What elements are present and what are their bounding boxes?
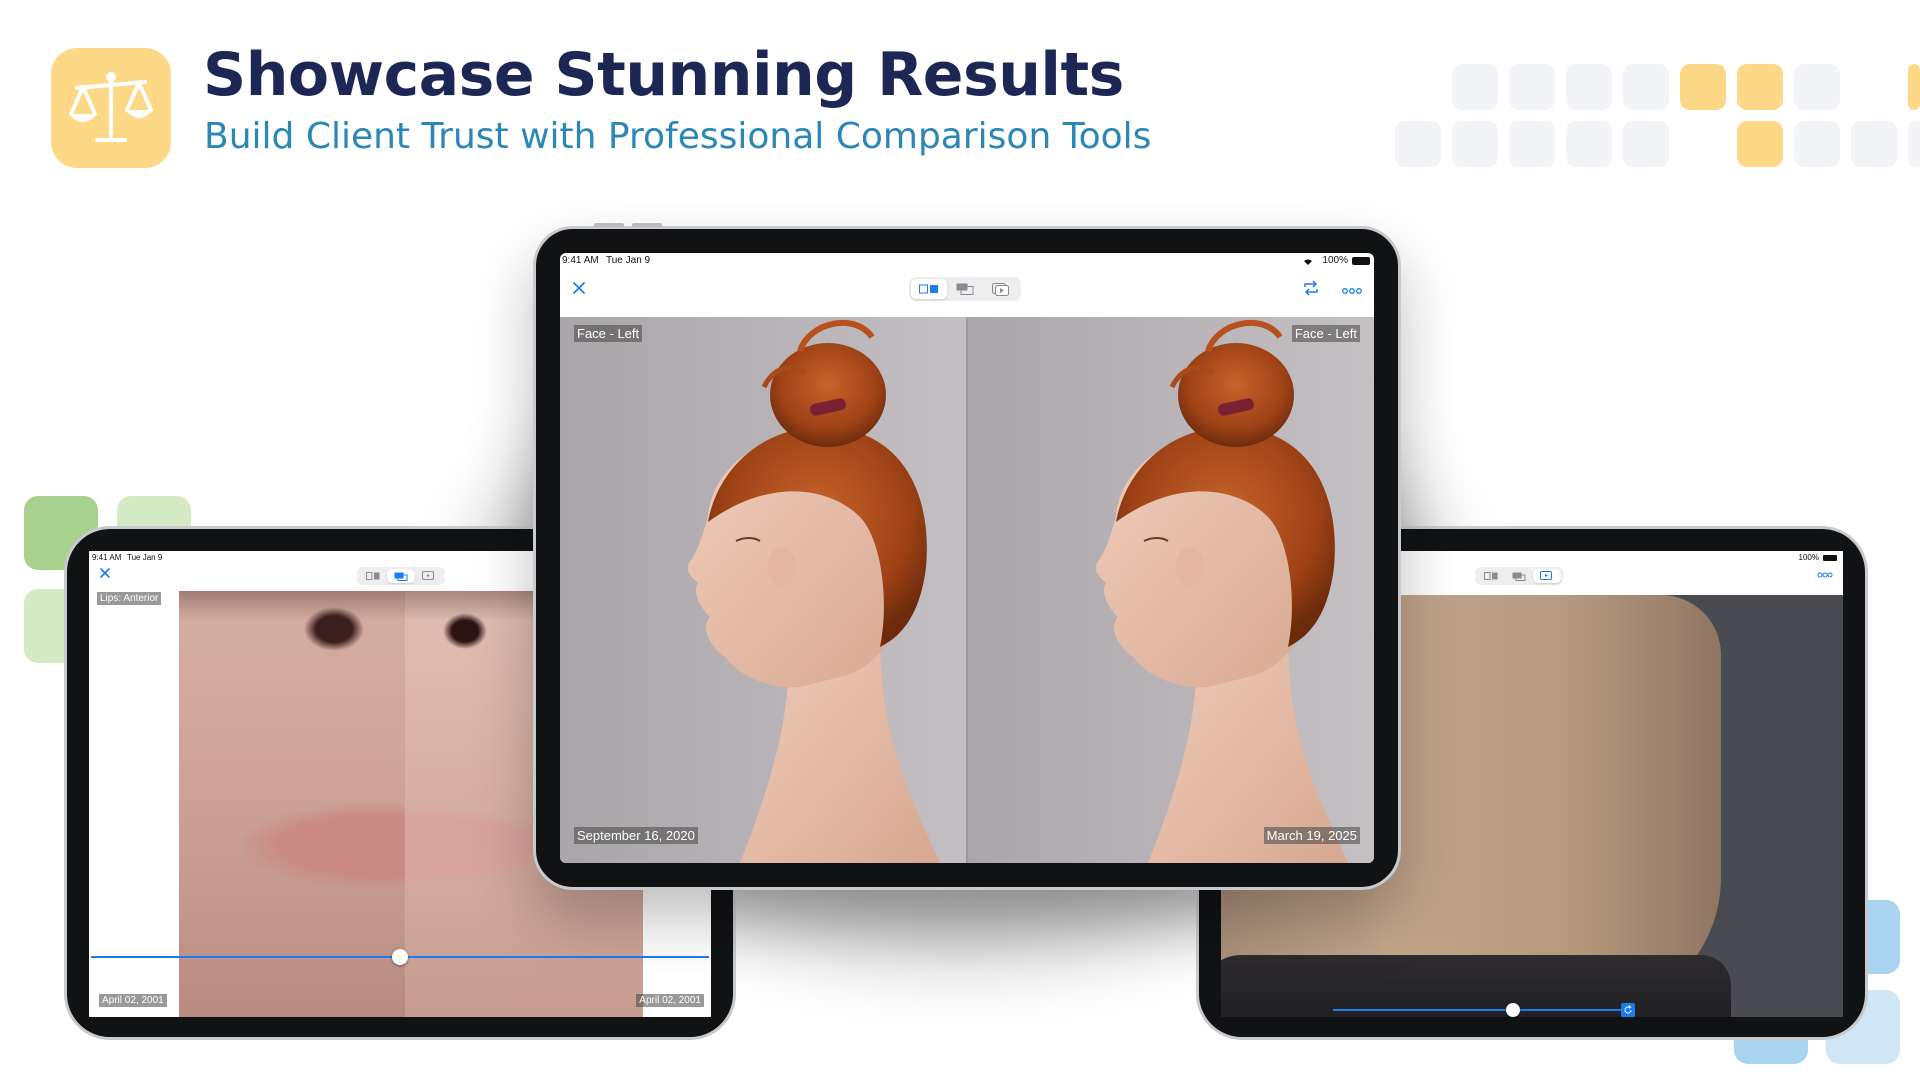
deco-square xyxy=(1908,64,1920,110)
comparison-slider[interactable] xyxy=(89,949,711,965)
more-icon xyxy=(1342,288,1362,294)
status-time: 9:41 AM xyxy=(92,553,122,562)
mode-slideshow[interactable] xyxy=(983,279,1019,299)
slider-thumb[interactable] xyxy=(392,949,408,965)
status-time: 9:41 AM xyxy=(562,255,599,266)
slider-track xyxy=(1333,1009,1633,1011)
overlay-slider-icon xyxy=(394,572,408,581)
side-by-side-icon xyxy=(919,284,938,294)
rotate-button[interactable] xyxy=(1621,1003,1635,1017)
view-mode-control xyxy=(909,277,1021,301)
mode-overlay[interactable] xyxy=(387,569,415,583)
deco-square xyxy=(1623,121,1669,167)
page-subtitle: Build Client Trust with Professional Com… xyxy=(204,116,1152,157)
app-icon xyxy=(51,48,171,168)
status-battery: 100% xyxy=(1798,553,1819,562)
comparison-slider[interactable] xyxy=(1333,1003,1633,1017)
deco-square xyxy=(1509,64,1555,110)
overlay-slider-icon xyxy=(956,283,974,295)
overlay-slider-icon xyxy=(1512,572,1526,581)
deco-square xyxy=(1395,121,1441,167)
more-button[interactable] xyxy=(1342,283,1362,301)
page-title: Showcase Stunning Results xyxy=(203,40,1124,110)
deco-square xyxy=(1509,121,1555,167)
center-ipad-screen: 9:41 AM Tue Jan 9 100% Face - Left Face … xyxy=(560,253,1374,863)
deco-square xyxy=(1452,121,1498,167)
mode-side-by-side[interactable] xyxy=(911,279,947,299)
deco-square xyxy=(1737,64,1783,110)
slideshow-icon xyxy=(1540,571,1552,580)
before-photo xyxy=(560,317,966,863)
view-mode-control xyxy=(1475,567,1563,585)
deco-square xyxy=(1851,121,1897,167)
close-icon xyxy=(100,568,110,578)
battery-icon xyxy=(1352,257,1370,265)
swap-button[interactable] xyxy=(1302,279,1320,302)
scales-icon xyxy=(69,72,153,142)
slider-thumb[interactable] xyxy=(1506,1003,1520,1017)
right-photo-date: March 19, 2025 xyxy=(1263,827,1360,844)
deco-square xyxy=(1908,121,1920,167)
rotate-icon xyxy=(1624,1005,1632,1014)
close-icon xyxy=(573,282,585,294)
deco-square xyxy=(1794,64,1840,110)
right-photo-date: April 02, 2001 xyxy=(636,994,704,1007)
battery-icon xyxy=(1823,555,1837,561)
mode-slideshow[interactable] xyxy=(1533,569,1561,583)
more-button[interactable] xyxy=(1817,567,1833,585)
center-ipad: 9:41 AM Tue Jan 9 100% Face - Left Face … xyxy=(533,223,1401,890)
left-photo-date: April 02, 2001 xyxy=(99,994,167,1007)
deco-square xyxy=(1794,121,1840,167)
hardware-button xyxy=(632,223,662,227)
status-bar: 9:41 AM Tue Jan 9 100% xyxy=(560,255,1374,271)
after-photo xyxy=(968,317,1374,863)
deco-square xyxy=(1623,64,1669,110)
mode-slideshow[interactable] xyxy=(415,569,443,583)
hardware-button xyxy=(594,223,624,227)
photo-label: Lips: Anterior xyxy=(97,592,162,605)
more-icon xyxy=(1817,572,1833,578)
side-by-side-icon xyxy=(366,572,380,580)
wifi-icon xyxy=(1304,259,1312,265)
side-by-side-icon xyxy=(1484,572,1498,580)
portrait-image xyxy=(968,317,1374,863)
status-date: Tue Jan 9 xyxy=(606,255,651,266)
rotate-icon xyxy=(1304,280,1318,296)
slideshow-icon xyxy=(422,571,434,580)
left-photo-label: Face - Left xyxy=(574,325,643,342)
deco-square xyxy=(1680,64,1726,110)
deco-square xyxy=(1452,64,1498,110)
status-date: Tue Jan 9 xyxy=(127,553,163,562)
deco-square xyxy=(1737,121,1783,167)
mode-overlay[interactable] xyxy=(947,279,983,299)
status-battery: 100% xyxy=(1322,255,1348,266)
deco-square xyxy=(1566,121,1612,167)
right-photo-label: Face - Left xyxy=(1291,325,1360,342)
left-photo-date: September 16, 2020 xyxy=(574,827,698,844)
mode-overlay[interactable] xyxy=(1505,569,1533,583)
slideshow-icon xyxy=(992,282,1009,296)
close-button[interactable] xyxy=(570,279,588,297)
portrait-image xyxy=(560,317,966,863)
mode-side-by-side[interactable] xyxy=(359,569,387,583)
mode-side-by-side[interactable] xyxy=(1477,569,1505,583)
view-mode-control xyxy=(357,567,445,585)
close-button[interactable] xyxy=(97,565,113,581)
deco-square xyxy=(1566,64,1612,110)
